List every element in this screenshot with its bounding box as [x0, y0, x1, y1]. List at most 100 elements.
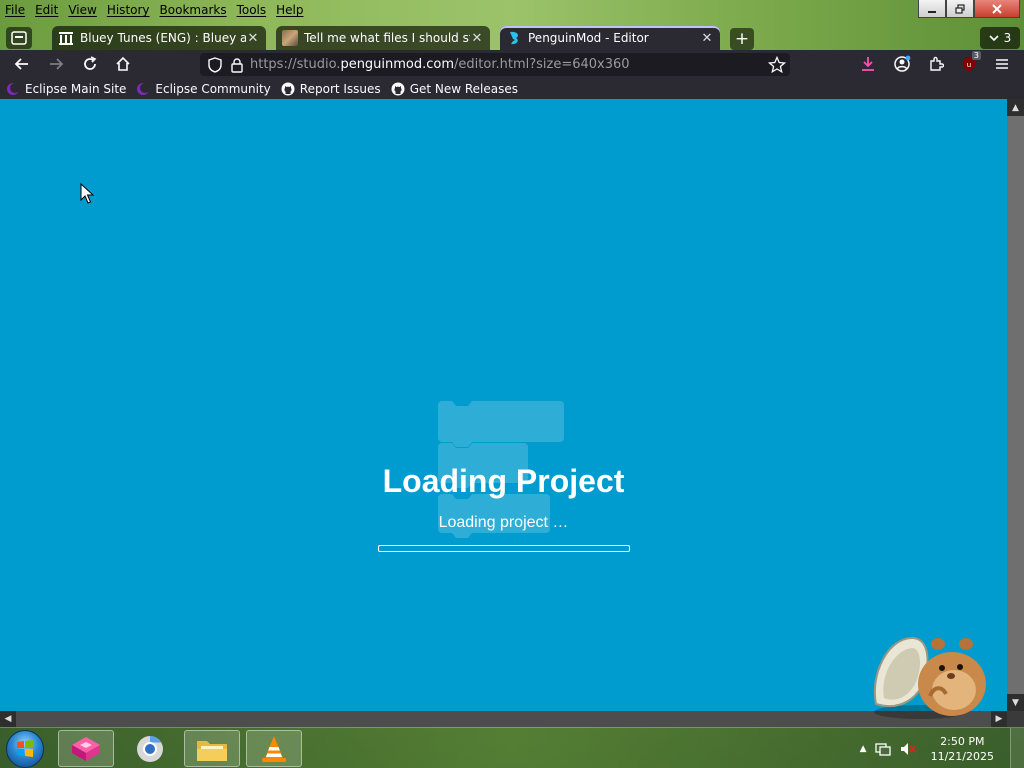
- account-button[interactable]: [890, 53, 914, 75]
- github-icon: [281, 82, 295, 95]
- bookmark-eclipse-community[interactable]: Eclipse Community: [136, 81, 271, 96]
- tab-label: Tell me what files I should steal: [304, 31, 470, 45]
- ublock-button[interactable]: u 3: [957, 51, 981, 75]
- taskbar-explorer[interactable]: [184, 730, 240, 767]
- bookmark-report-issues[interactable]: Report Issues: [281, 82, 381, 96]
- puzzle-icon: [930, 56, 944, 71]
- scroll-down-arrow-icon[interactable]: ▼: [1007, 694, 1024, 711]
- menu-view[interactable]: View: [63, 0, 101, 20]
- bookmark-label: Get New Releases: [409, 81, 519, 96]
- tab-overview-icon: [11, 31, 27, 45]
- bookmark-eclipse-main-site[interactable]: Eclipse Main Site: [6, 82, 126, 96]
- back-button[interactable]: [10, 53, 34, 75]
- menu-help[interactable]: Help: [271, 0, 308, 20]
- taskbar-chrome[interactable]: [122, 730, 178, 767]
- tab-label: PenguinMod - Editor: [528, 31, 649, 45]
- back-arrow-icon: [14, 58, 28, 70]
- loading-progress-bar: [378, 545, 630, 552]
- show-hidden-icons-icon[interactable]: ▲: [860, 744, 867, 754]
- vertical-scrollbar[interactable]: ▲ ▼: [1007, 99, 1024, 711]
- bookmark-star-icon[interactable]: [768, 55, 786, 74]
- restore-button[interactable]: [946, 0, 974, 18]
- tab-close-icon[interactable]: ✕: [700, 31, 714, 46]
- scroll-left-arrow-icon[interactable]: ◀: [0, 711, 16, 727]
- tab-penguinmod-editor[interactable]: PenguinMod - Editor ✕: [500, 26, 720, 50]
- home-icon: [116, 56, 130, 71]
- tab-count: 3: [1003, 31, 1012, 45]
- browser-chrome: File Edit View History Bookmarks Tools H…: [0, 0, 1024, 50]
- loading-status: Loading project …: [438, 514, 569, 531]
- tab-overview-button[interactable]: [6, 27, 32, 49]
- menu-bar: File Edit View History Bookmarks Tools H…: [0, 0, 309, 20]
- forward-button[interactable]: [44, 53, 68, 75]
- chrome-icon: [137, 735, 163, 762]
- tab-close-icon[interactable]: ✕: [470, 31, 484, 46]
- show-desktop-button[interactable]: [1010, 728, 1024, 768]
- tab-close-icon[interactable]: ✕: [246, 31, 260, 46]
- hamburger-icon: [996, 59, 1008, 69]
- tab-files-thread[interactable]: Tell me what files I should steal ✕: [276, 26, 490, 50]
- taskbar-vlc[interactable]: [246, 730, 302, 767]
- clock-date: 11/21/2025: [930, 749, 994, 763]
- menu-tools[interactable]: Tools: [232, 0, 272, 20]
- taskbar-firefox[interactable]: [58, 730, 114, 767]
- list-all-tabs-button[interactable]: 3: [980, 27, 1020, 49]
- github-icon: [391, 82, 405, 95]
- vlc-icon: [262, 735, 286, 762]
- tab-bluey-tunes[interactable]: Bluey Tunes (ENG) : Bluey and A ✕: [52, 26, 266, 50]
- downloads-button[interactable]: [856, 53, 880, 75]
- reload-button[interactable]: [78, 53, 102, 75]
- close-window-button[interactable]: [974, 0, 1020, 18]
- tab-bar: Bluey Tunes (ENG) : Bluey and A ✕ Tell m…: [0, 25, 1024, 50]
- system-tray: ▲ 2:50 PM 11/21/2025: [860, 728, 994, 768]
- volume-muted-icon[interactable]: [899, 741, 917, 757]
- eclipse-icon: [137, 82, 151, 95]
- new-tab-button[interactable]: +: [730, 28, 754, 50]
- scroll-up-arrow-icon[interactable]: ▲: [1007, 99, 1024, 116]
- tab-label: Bluey Tunes (ENG) : Bluey and A: [80, 31, 246, 45]
- hamster-desktop-pet-icon[interactable]: [868, 624, 990, 720]
- scrollbar-corner: [1007, 711, 1024, 727]
- chevron-down-icon: [989, 35, 999, 42]
- svg-text:u: u: [967, 61, 971, 69]
- url-text[interactable]: https://studio.penguinmod.com/editor.htm…: [250, 57, 630, 72]
- bookmarks-toolbar: Eclipse Main Site Eclipse Community Repo…: [0, 78, 1024, 99]
- eclipse-icon: [7, 82, 20, 95]
- menu-bookmarks[interactable]: Bookmarks: [155, 0, 232, 20]
- clock-time: 2:50 PM: [940, 734, 985, 748]
- window-controls: [918, 0, 1020, 18]
- bookmark-get-new-releases[interactable]: Get New Releases: [391, 82, 518, 96]
- url-path: /editor.html?size=640x360: [454, 57, 630, 72]
- forward-arrow-icon: [50, 58, 64, 70]
- archive-icon: [58, 30, 74, 46]
- extension-badge: 3: [971, 51, 981, 60]
- clock[interactable]: 2:50 PM 11/21/2025: [931, 734, 994, 764]
- download-icon: [862, 57, 874, 71]
- minimize-icon: [928, 10, 936, 13]
- mouse-cursor-icon: [80, 183, 94, 204]
- url-host: penguinmod.com: [340, 57, 455, 72]
- bookmark-label: Eclipse Community: [155, 81, 271, 96]
- menu-file[interactable]: File: [0, 0, 30, 20]
- start-button[interactable]: [6, 730, 44, 768]
- restore-icon: [955, 3, 965, 14]
- penguinmod-icon: [506, 30, 522, 46]
- url-bar[interactable]: https://studio.penguinmod.com/editor.htm…: [200, 53, 790, 76]
- navigation-toolbar: https://studio.penguinmod.com/editor.htm…: [0, 50, 1024, 78]
- close-icon: [992, 3, 1002, 14]
- minimize-button[interactable]: [918, 0, 946, 18]
- lock-icon[interactable]: [230, 57, 244, 73]
- reload-icon: [84, 56, 97, 70]
- app-menu-button[interactable]: [990, 53, 1014, 75]
- horizontal-scrollbar[interactable]: ◀ ▶: [0, 711, 1007, 727]
- plus-icon: +: [734, 29, 750, 49]
- network-icon[interactable]: [874, 741, 891, 757]
- bookmark-label: Report Issues: [299, 81, 381, 96]
- extensions-button[interactable]: [924, 53, 948, 75]
- scroll-right-arrow-icon[interactable]: ▶: [991, 711, 1007, 727]
- url-prefix: https://studio.: [250, 57, 341, 72]
- menu-edit[interactable]: Edit: [30, 0, 63, 20]
- shield-icon[interactable]: [208, 56, 222, 73]
- menu-history[interactable]: History: [102, 0, 155, 20]
- home-button[interactable]: [111, 53, 135, 75]
